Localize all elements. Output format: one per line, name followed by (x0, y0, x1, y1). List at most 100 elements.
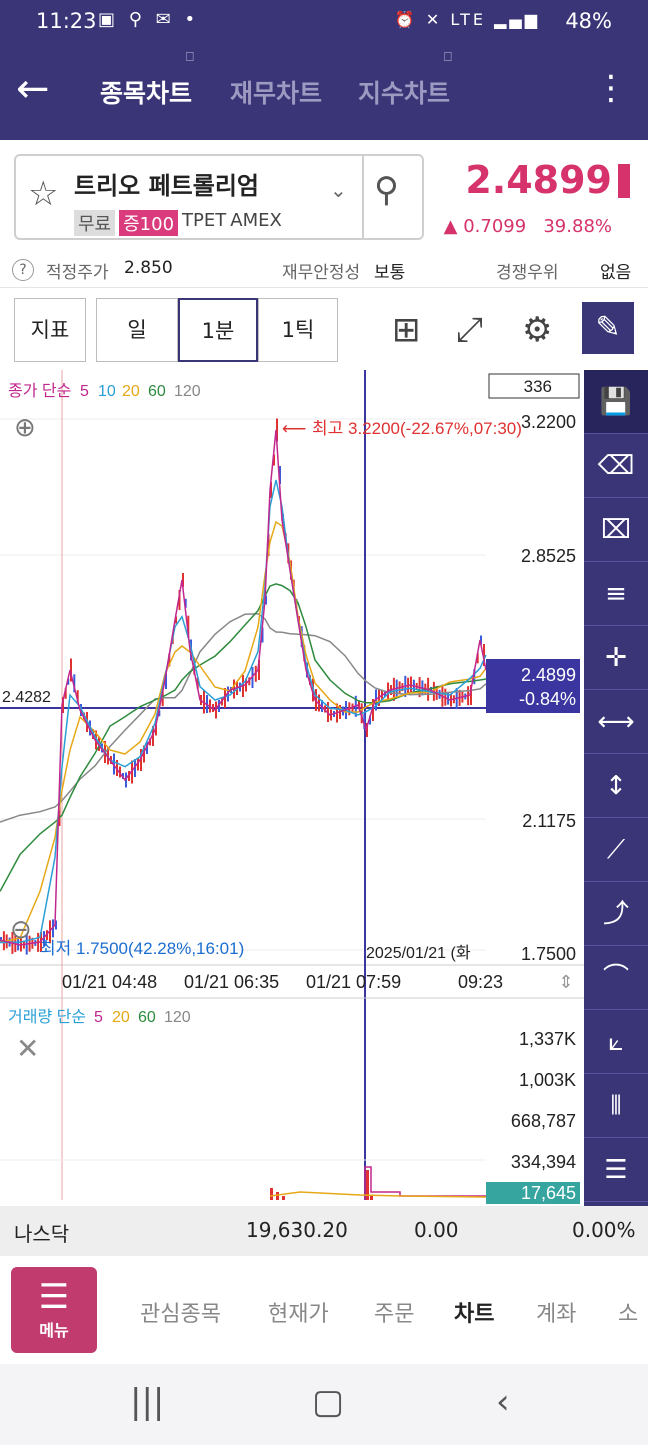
stock-selector[interactable]: ☆ 트리오 페트롤리엄 ⌄ 무료 증100 TPET AMEX ⚲ (14, 154, 424, 240)
erase-all-icon[interactable]: ⌧ (584, 498, 648, 562)
hcl-line-icon[interactable]: ≡ (584, 562, 648, 626)
legend-ma20: 20 (122, 383, 140, 400)
change-amount: ▲ 0.7099 (443, 216, 527, 237)
status-time: 11:23 (36, 9, 97, 33)
legend-price-title: 종가 단순 (8, 382, 71, 400)
fibonacci-icon[interactable]: ☰ (584, 1138, 648, 1202)
x-tick: 01/21 07:59 (306, 972, 401, 992)
drawing-tools-icon[interactable]: ✎ (582, 302, 634, 354)
price-chart[interactable]: 종가 단순 5 10 20 60 120 ⊕ ⊖ 336 3.2200 2.85… (0, 370, 584, 1206)
back-arrow-icon[interactable]: ← (16, 66, 50, 112)
fullscreen-icon[interactable]: ⤢ (456, 310, 483, 350)
index-pct: 0.00% (572, 1218, 636, 1242)
fan-line-icon[interactable]: ⟀ (584, 1010, 648, 1074)
y-tick: 1.7500 (521, 944, 576, 964)
favorite-star-icon[interactable]: ☆ (28, 174, 58, 214)
fin-stability-value: 보통 (374, 263, 406, 283)
nav-order[interactable]: 주문 (374, 1296, 414, 1328)
price-change: ▲ 0.7099 39.88% (444, 216, 612, 237)
more-vert-icon[interactable]: ⋮ (594, 68, 628, 108)
tab-lock-icon: ⎕ (186, 50, 194, 65)
ma60-line (0, 583, 487, 892)
period-tick-button[interactable]: 1틱 (258, 298, 338, 362)
price-bar (618, 164, 630, 198)
indicator-button[interactable]: 지표 (14, 298, 86, 362)
search-icon[interactable]: ⚲ (374, 170, 399, 210)
x-tick: 09:23 (458, 972, 503, 992)
trend-line-icon[interactable]: ⟋ (584, 818, 648, 882)
nav-chart[interactable]: 차트 (454, 1296, 494, 1328)
competitive-value: 없음 (600, 263, 632, 283)
bar-count: 336 (524, 377, 552, 396)
drawing-toolbar: 💾 ⌫ ⌧ ≡ ✛ ⟷ ↕ ⟋ ⤴ ⌒ ⟀ ⦀ ☰ (584, 370, 648, 1206)
period-day-button[interactable]: 일 (96, 298, 178, 362)
nav-account[interactable]: 계좌 (536, 1296, 576, 1328)
period-minute-button[interactable]: 1분 (178, 298, 258, 362)
tag-margin: 증100 (119, 210, 179, 236)
ma10-line (0, 479, 487, 944)
arc-icon[interactable]: ⌒ (584, 946, 648, 1010)
chart-svg[interactable]: 종가 단순 5 10 20 60 120 ⊕ ⊖ 336 3.2200 2.85… (0, 370, 584, 1206)
tag-exchange: AMEX (230, 210, 282, 231)
zoom-out-icon[interactable]: ⊖ (10, 915, 32, 945)
help-icon[interactable]: ? (12, 259, 34, 281)
save-icon[interactable]: 💾 (584, 370, 648, 434)
tab-stock-chart[interactable]: 종목차트 (100, 74, 192, 110)
eraser-icon[interactable]: ⌫ (584, 434, 648, 498)
index-name: 나스닥 (14, 1222, 70, 1246)
settings-gear-icon[interactable]: ⚙ (522, 310, 552, 350)
hline-label: 2.4282 (2, 689, 51, 706)
current-price: 2.4899 (465, 158, 612, 202)
recent-apps-icon[interactable]: ||| (130, 1382, 164, 1422)
legend-ma5: 5 (80, 383, 89, 400)
tab-financial-chart[interactable]: 재무차트 (230, 74, 322, 110)
volume-bar (270, 1188, 273, 1200)
system-icons: ⏰ ✕ LTE ▂▄▆ (394, 10, 540, 29)
vol-tick: 1,003K (519, 1070, 576, 1090)
legend-vol20: 20 (112, 1009, 130, 1026)
y-tick: 2.8525 (521, 546, 576, 566)
tag-ticker: TPET (182, 210, 227, 231)
zoom-in-icon[interactable]: ⊕ (14, 413, 36, 443)
info-row: ? 적정주가 2.850 재무안정성 보통 경쟁우위 없음 (0, 252, 648, 288)
stock-tags: 무료 증100 TPET AMEX (74, 210, 282, 236)
legend-ma60: 60 (148, 383, 166, 400)
stock-name: 트리오 페트롤리엄 (74, 172, 259, 200)
x-scroll-icon[interactable]: ⇕ (558, 972, 573, 993)
vertical-line-icon[interactable]: ↕ (584, 754, 648, 818)
chevron-down-icon[interactable]: ⌄ (330, 178, 347, 202)
cycle-lines-icon[interactable]: ⦀ (584, 1074, 648, 1138)
competitive-label: 경쟁우위 (496, 263, 559, 283)
home-icon[interactable]: ▢ (312, 1382, 344, 1422)
legend-ma10: 10 (98, 383, 116, 400)
battery-level: 48% (565, 9, 612, 33)
volume-bar (370, 1196, 373, 1200)
menu-button[interactable]: ☰ 메뉴 (11, 1267, 97, 1353)
x-tick: 01/21 04:48 (62, 972, 157, 992)
nav-more[interactable]: 소 (618, 1296, 638, 1328)
volume-bar (276, 1192, 279, 1200)
horizontal-line-icon[interactable]: ⟷ (584, 690, 648, 754)
grid-layout-icon[interactable]: ⊞ (392, 310, 421, 350)
close-icon[interactable]: ✕ (16, 1032, 39, 1065)
high-arrow: ⟵ (282, 419, 306, 438)
tag-free: 무료 (74, 210, 116, 236)
index-ticker-row[interactable]: 나스닥 19,630.20 0.00 0.00% (0, 1206, 648, 1256)
chart-toolbar: 지표 일 1분 1틱 ⊞ ⤢ ⚙ ✎ (0, 296, 648, 366)
ma20-line (0, 520, 487, 944)
index-change: 0.00 (414, 1218, 459, 1242)
fair-price-value: 2.850 (124, 258, 173, 278)
back-icon[interactable]: ‹ (496, 1382, 510, 1422)
legend-vol60: 60 (138, 1009, 156, 1026)
current-pct-tag: -0.84% (519, 689, 576, 709)
crosshair-date-label: 2025/01/21 (화 (366, 944, 471, 962)
nav-watchlist[interactable]: 관심종목 (140, 1296, 221, 1328)
vol-tick: 668,787 (511, 1111, 576, 1131)
cross-line-icon[interactable]: ✛ (584, 626, 648, 690)
change-percent: 39.88% (543, 216, 612, 237)
y-tick: 2.1175 (522, 811, 576, 831)
tab-index-chart[interactable]: 지수차트 (358, 74, 450, 110)
nav-quote[interactable]: 현재가 (268, 1296, 329, 1328)
auto-trend-icon[interactable]: ⤴ (584, 882, 648, 946)
notification-icons: ▣ ⚲ ✉ • (98, 9, 200, 30)
